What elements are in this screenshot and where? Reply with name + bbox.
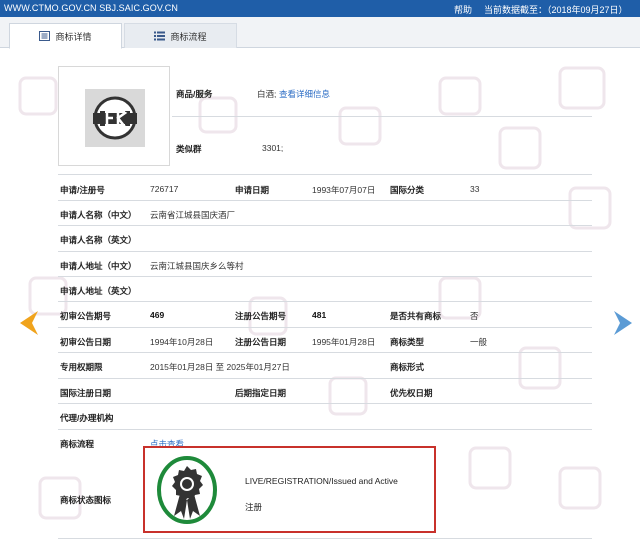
prelim-date-label: 初审公告日期	[60, 337, 112, 347]
divider	[58, 174, 592, 175]
process-label: 商标流程	[60, 439, 95, 449]
divider	[58, 225, 592, 226]
similar-group-value: 3301;	[262, 143, 284, 153]
reg-pub-date-label: 注册公告日期	[235, 337, 287, 347]
tab-label: 商标详情	[55, 31, 92, 42]
similar-group-label: 类似群	[176, 144, 202, 154]
shared-value: 否	[470, 311, 479, 321]
reg-pub-no-label: 注册公告期号	[235, 311, 287, 321]
status-text-cn: 注册	[245, 502, 263, 512]
intl-class-label: 国际分类	[390, 185, 425, 195]
exclusive-period-value: 2015年01月28日 至 2025年01月27日	[150, 362, 290, 372]
divider	[58, 378, 592, 379]
app-date-label: 申请日期	[235, 185, 270, 195]
next-arrow-icon[interactable]	[612, 310, 634, 338]
goods-detail-link[interactable]: 查看详细信息	[279, 88, 330, 100]
status-highlight-box: LIVE/REGISTRATION/Issued and Active 注册	[143, 446, 436, 533]
address-cn-label: 申请人地址（中文）	[60, 261, 137, 271]
document-icon	[39, 31, 51, 41]
applicant-cn-label: 申请人名称（中文）	[60, 210, 137, 220]
trademark-image	[85, 89, 145, 147]
divider	[58, 429, 592, 430]
tab-label: 商标流程	[170, 31, 207, 42]
tab-trademark-detail[interactable]: 商标详情	[9, 23, 122, 49]
divider	[58, 301, 592, 302]
exclusive-period-label: 专用权期限	[60, 362, 103, 372]
tm-form-label: 商标形式	[390, 362, 425, 372]
divider	[58, 538, 592, 539]
divider	[172, 116, 592, 117]
tab-trademark-process[interactable]: 商标流程	[124, 23, 237, 48]
divider	[58, 352, 592, 353]
top-bar: WWW.CTMO.GOV.CN SBJ.SAIC.GOV.CN 帮助 当前数据截…	[0, 0, 640, 17]
divider	[58, 403, 592, 404]
reg-pub-no-value: 481	[312, 310, 327, 320]
site-url: WWW.CTMO.GOV.CN SBJ.SAIC.GOV.CN	[4, 3, 178, 13]
previous-arrow-icon[interactable]	[18, 310, 40, 338]
shared-label: 是否共有商标	[390, 311, 442, 321]
agent-label: 代理/办理机构	[60, 413, 114, 423]
address-cn-value: 云南江城县国庆乡么等村	[150, 261, 244, 271]
trademark-detail-panel: 商品/服务 白酒; 查看详细信息 类似群 3301; 申请/注册号 726717…	[0, 48, 640, 546]
divider	[58, 276, 592, 277]
help-link[interactable]: 帮助	[454, 3, 472, 16]
applicant-en-label: 申请人名称（英文）	[60, 235, 137, 245]
list-icon	[154, 31, 166, 41]
intl-class-value: 33	[470, 184, 480, 194]
goods-value: 白酒;	[257, 89, 277, 99]
applicant-cn-value: 云南省江城县国庆酒厂	[150, 210, 236, 220]
data-date-label: 当前数据截至：（2018年09月27日）	[484, 5, 628, 15]
reg-no-value: 726717	[150, 184, 179, 194]
divider	[58, 251, 592, 252]
tm-type-label: 商标类型	[390, 337, 425, 347]
trademark-image-frame	[58, 66, 170, 166]
divider	[58, 327, 592, 328]
address-en-label: 申请人地址（英文）	[60, 286, 137, 296]
later-date-label: 后期指定日期	[235, 388, 287, 398]
goods-label: 商品/服务	[176, 89, 213, 99]
intl-reg-date-label: 国际注册日期	[60, 388, 112, 398]
prelim-no-value: 469	[150, 310, 165, 320]
tm-type-value: 一般	[470, 337, 488, 347]
prelim-date-value: 1994年10月28日	[150, 337, 214, 347]
divider	[58, 200, 592, 201]
reg-no-label: 申请/注册号	[60, 185, 105, 195]
priority-date-label: 优先权日期	[390, 388, 433, 398]
app-date-value: 1993年07月07日	[312, 185, 376, 195]
tab-bar: 商标详情 商标流程	[0, 17, 640, 49]
registered-badge-icon	[156, 456, 217, 526]
status-text-en: LIVE/REGISTRATION/Issued and Active	[245, 476, 398, 486]
status-icon-label: 商标状态图标	[60, 495, 112, 505]
reg-pub-date-value: 1995年01月28日	[312, 337, 376, 347]
prelim-no-label: 初审公告期号	[60, 311, 112, 321]
